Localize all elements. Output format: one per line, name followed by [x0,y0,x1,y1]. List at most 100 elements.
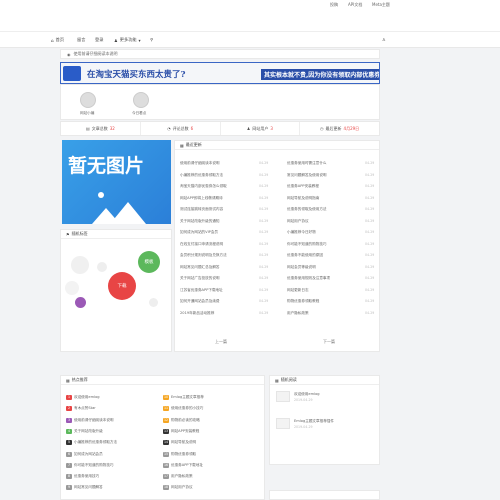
recent-item[interactable]: 测试连接跳转页面测试内容 [180,207,223,212]
recent-item-date: 04-29 [365,161,375,165]
recent-item[interactable]: 2019年新品活动推荐 [180,311,214,316]
recent-item[interactable]: 优惠券使用时需注意什么 [287,161,327,166]
hot-item[interactable]: 8 优惠券使用技巧 [66,474,100,480]
nav-home[interactable]: ⌂ 首页 [51,37,64,43]
top-link[interactable]: 投稿 [330,2,338,8]
recent-item[interactable]: 网站用户协议 [287,219,309,224]
recent-item[interactable]: 网站APP即将上线敬请期待 [180,196,223,201]
user-avatar-icon[interactable]: ♙ [382,37,386,42]
rank-badge: 4 [66,428,72,434]
hot-item[interactable]: 1 欢迎使用emlog [66,395,100,400]
hot-item-title: 如何成为网站会员 [74,451,103,456]
next-page[interactable]: 下一篇 [323,339,335,345]
recent-item-date: 04-29 [259,310,269,315]
info-icon: ◉ [67,51,71,57]
recent-item-date: 04-29 [259,253,269,257]
hot-item[interactable]: 10 Emlog主题文章推荐 [163,395,204,400]
hot-item[interactable]: 4 关于网站改版升级 [66,428,103,434]
no-image-placeholder[interactable]: 暂无图片 [62,140,171,224]
recent-item[interactable]: 会员积分规则说明及兑换方法 [180,253,227,258]
hot-item[interactable]: 5 小编推荐的优惠券领取方法 [66,440,117,446]
recent-item[interactable]: 江苏省优惠券APP下载地址 [180,288,223,293]
recent-item[interactable]: 小编推荐的优惠券领取方法 [180,173,223,178]
tag-bubble[interactable] [75,297,86,308]
prev-page[interactable]: 上一篇 [215,339,227,345]
hot-item[interactable]: 18 网站用户协议 [163,485,193,491]
avatar[interactable] [80,92,96,108]
hot-item[interactable]: 14 网站导航及说明 [163,440,197,446]
hot-item[interactable]: 15 购物优惠券领取 [163,451,197,457]
promo-banner[interactable]: 在淘宝天猫买东西太贵了? 其实根本就不贵,因为你没有领取内部优惠券 [60,62,380,84]
hot-item-title: 购物前必读的攻略 [171,417,200,422]
recent-item[interactable]: 小编推荐今日好物 [287,230,316,235]
nav-login[interactable]: 登录 [95,37,103,43]
hot-item-title: 购物优惠券领取 [171,451,197,456]
thumbnail[interactable] [276,391,290,402]
thumbnail[interactable] [276,418,290,429]
recent-item-date: 04-29 [259,299,269,303]
hot-item[interactable]: 3 使用前请仔细阅读本说明 [66,417,114,423]
hot-item-title: 优惠券APP下载地址 [171,462,203,467]
recent-item[interactable]: 优惠券使用规则及注意事项 [287,276,330,281]
section-title: 随机阅读 [280,377,297,382]
hot-item-title: 网站导航及说明 [171,440,197,445]
recent-item[interactable]: 如何成为网站的VIP会员 [180,230,218,235]
hot-item[interactable]: 17 用户隐私政策 [163,474,193,480]
user-icon: ♟ [114,37,118,43]
hot-item[interactable]: 9 网站常见问题解答 [66,485,103,491]
recent-item[interactable]: 优惠券的领取及使用方法 [287,207,327,212]
mountain-icon [110,202,146,224]
notice-text[interactable]: 使用前请仔细阅读本说明 [74,51,118,57]
top-link[interactable]: Meta主题 [372,2,390,8]
hot-item-title: 欢迎使用emlog [74,395,100,399]
avatar[interactable] [133,92,149,108]
recent-item[interactable]: 网站常见问题汇总及解答 [180,265,220,270]
tag-bubble[interactable] [149,298,158,307]
recent-item[interactable]: 在线支付接口申请流程说明 [180,242,223,247]
recent-item[interactable]: 使用前请仔细阅读本说明 [180,161,220,166]
tag-bubble[interactable] [71,256,89,274]
hot-item[interactable]: 7 你可能不知道的购物技巧 [66,462,114,468]
top-link[interactable]: API文档 [348,2,362,8]
stat-updated: ◷ 最后更新 4月29日 [320,125,360,132]
recent-item[interactable]: 如何开通网站会员及续费 [180,299,220,304]
recent-item[interactable]: 关于网站广告投放的说明 [180,276,220,281]
recent-item[interactable]: 常见问题解答及使用说明 [287,173,327,178]
recent-item-date: 04-29 [259,195,269,200]
recent-item[interactable]: 用户隐私政策 [287,311,309,316]
nav-more[interactable]: ♟ 更多功能 ▾ [114,37,141,43]
hot-item[interactable]: 12 购物前必读的攻略 [163,417,200,423]
hot-item-title: 优惠券使用技巧 [74,474,100,479]
recent-item[interactable]: 购物优惠券领取教程 [287,299,319,304]
recent-item[interactable]: 淘宝天猫内部优惠券怎么领取 [180,184,227,189]
rank-badge: 17 [163,474,169,480]
recent-item-date: 04-29 [365,172,375,177]
rank-badge: 6 [66,451,72,457]
recent-item-date: 04-29 [365,184,375,188]
recent-item[interactable]: 你可能不知道的购物技巧 [287,242,327,247]
hot-item[interactable]: 11 使用优惠券的小技巧 [163,406,203,412]
recent-item-date: 04-29 [259,230,269,234]
recent-item[interactable]: 关于网站改版升级的通知 [180,219,220,224]
recent-item[interactable]: 优惠券不能使用的原因 [287,253,323,258]
rank-badge: 10 [163,395,169,400]
hot-item[interactable]: 13 网站APP安装教程 [163,428,199,434]
recent-item[interactable]: 优惠券APP安装教程 [287,184,319,189]
recent-item[interactable]: 网站会员等级说明 [287,265,316,270]
random-item-title[interactable]: Emlog主题文章推荐插件 [294,419,334,424]
tag-bubble[interactable] [97,262,107,272]
recent-item[interactable]: 网站导航及说明指南 [287,196,319,201]
top-bar: 投稿 API文档 Meta主题 [0,0,500,9]
tag-bubble[interactable]: 下载 [108,272,136,300]
hot-item[interactable]: 16 优惠券APP下载地址 [163,462,203,468]
tag-bubble[interactable]: 模板 [138,251,160,273]
hot-item[interactable]: 2 有木点赞Star [66,406,96,412]
random-item-title[interactable]: 欢迎使用emlog [294,392,320,397]
search-icon[interactable]: ⚲ [150,37,153,42]
rank-badge: 16 [163,462,169,468]
recent-item-date: 04-29 [365,241,375,246]
nav-message[interactable]: 留言 [77,37,85,43]
tag-bubble[interactable] [65,281,79,295]
hot-item[interactable]: 6 如何成为网站会员 [66,451,103,457]
recent-item[interactable]: 网站更新日志 [287,288,309,293]
